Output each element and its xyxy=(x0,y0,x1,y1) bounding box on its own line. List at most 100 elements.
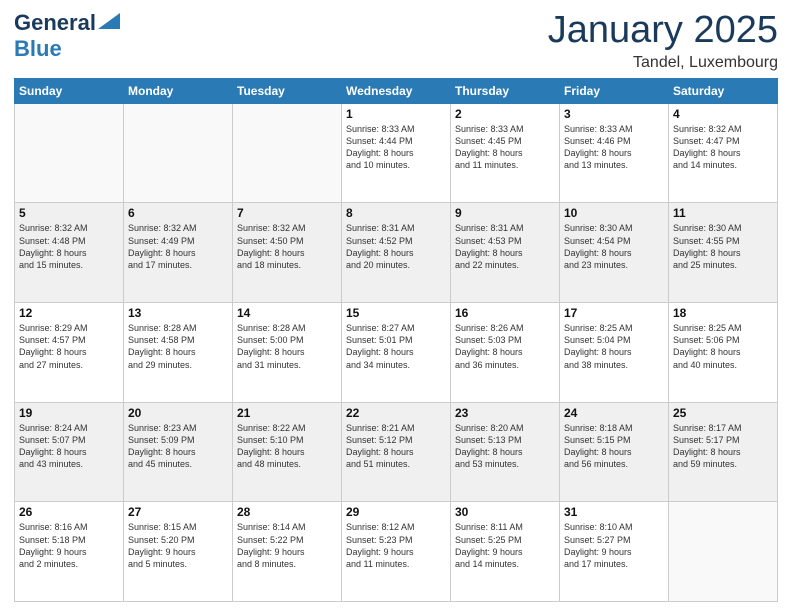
calendar-cell: 15 Sunrise: 8:27 AM Sunset: 5:01 PM Dayli… xyxy=(342,303,451,403)
calendar-week-row: 26 Sunrise: 8:16 AM Sunset: 5:18 PM Dayli… xyxy=(15,502,778,602)
day-number: 29 xyxy=(346,505,446,519)
location: Tandel, Luxembourg xyxy=(548,54,778,72)
calendar-cell: 24Sunrise: 8:18 AM Sunset: 5:15 PM Dayli… xyxy=(560,402,669,502)
day-number: 21 xyxy=(237,406,337,420)
day-info: Sunrise: 8:27 AM Sunset: 5:01 PM Dayligh… xyxy=(346,322,446,371)
day-info: Sunrise: 8:28 AM Sunset: 5:00 PM Dayligh… xyxy=(237,322,337,371)
calendar-cell: 8Sunrise: 8:31 AM Sunset: 4:52 PM Daylig… xyxy=(342,203,451,303)
calendar-week-row: 12Sunrise: 8:29 AM Sunset: 4:57 PM Dayli… xyxy=(15,303,778,403)
day-number: 17 xyxy=(564,306,664,320)
calendar-cell xyxy=(124,103,233,203)
calendar-cell: 30 Sunrise: 8:11 AM Sunset: 5:25 PM Dayli… xyxy=(451,502,560,602)
day-number: 1 xyxy=(346,107,446,121)
day-number: 30 xyxy=(455,505,555,519)
logo-icon xyxy=(98,13,120,29)
day-number: 14 xyxy=(237,306,337,320)
calendar-cell: 23 Sunrise: 8:20 AM Sunset: 5:13 PM Dayli… xyxy=(451,402,560,502)
calendar-cell: 3 Sunrise: 8:33 AM Sunset: 4:46 PM Daylig… xyxy=(560,103,669,203)
calendar-cell xyxy=(233,103,342,203)
day-number: 27 xyxy=(128,505,228,519)
day-info: Sunrise: 8:15 AM Sunset: 5:20 PM Dayligh… xyxy=(128,521,228,570)
day-number: 20 xyxy=(128,406,228,420)
day-info: Sunrise: 8:10 AM Sunset: 5:27 PM Dayligh… xyxy=(564,521,664,570)
day-number: 12 xyxy=(19,306,119,320)
header-friday: Friday xyxy=(560,78,669,103)
calendar-cell: 11Sunrise: 8:30 AM Sunset: 4:55 PM Dayli… xyxy=(669,203,778,303)
day-number: 4 xyxy=(673,107,773,121)
calendar-cell: 17 Sunrise: 8:25 AM Sunset: 5:04 PM Dayli… xyxy=(560,303,669,403)
day-info: Sunrise: 8:11 AM Sunset: 5:25 PM Dayligh… xyxy=(455,521,555,570)
title-area: January 2025 Tandel, Luxembourg xyxy=(548,10,778,72)
calendar-cell: 19 Sunrise: 8:24 AM Sunset: 5:07 PM Dayli… xyxy=(15,402,124,502)
day-info: Sunrise: 8:31 AM Sunset: 4:52 PM Dayligh… xyxy=(346,222,446,271)
header: General Blue January 2025 Tandel, Luxemb… xyxy=(14,10,778,72)
day-number: 5 xyxy=(19,206,119,220)
header-monday: Monday xyxy=(124,78,233,103)
day-number: 23 xyxy=(455,406,555,420)
calendar-cell: 28 Sunrise: 8:14 AM Sunset: 5:22 PM Dayli… xyxy=(233,502,342,602)
calendar-cell: 21Sunrise: 8:22 AM Sunset: 5:10 PM Dayli… xyxy=(233,402,342,502)
day-number: 18 xyxy=(673,306,773,320)
day-number: 19 xyxy=(19,406,119,420)
logo-blue: Blue xyxy=(14,36,62,61)
day-number: 7 xyxy=(237,206,337,220)
day-info: Sunrise: 8:14 AM Sunset: 5:22 PM Dayligh… xyxy=(237,521,337,570)
day-number: 10 xyxy=(564,206,664,220)
calendar-cell: 25Sunrise: 8:17 AM Sunset: 5:17 PM Dayli… xyxy=(669,402,778,502)
day-number: 9 xyxy=(455,206,555,220)
day-info: Sunrise: 8:32 AM Sunset: 4:48 PM Dayligh… xyxy=(19,222,119,271)
calendar-cell: 6 Sunrise: 8:32 AM Sunset: 4:49 PM Daylig… xyxy=(124,203,233,303)
calendar-cell: 4 Sunrise: 8:32 AM Sunset: 4:47 PM Daylig… xyxy=(669,103,778,203)
calendar-cell: 5 Sunrise: 8:32 AM Sunset: 4:48 PM Daylig… xyxy=(15,203,124,303)
calendar-cell: 27 Sunrise: 8:15 AM Sunset: 5:20 PM Dayli… xyxy=(124,502,233,602)
month-title: January 2025 xyxy=(548,10,778,52)
day-info: Sunrise: 8:30 AM Sunset: 4:55 PM Dayligh… xyxy=(673,222,773,271)
calendar-cell: 18Sunrise: 8:25 AM Sunset: 5:06 PM Dayli… xyxy=(669,303,778,403)
day-number: 13 xyxy=(128,306,228,320)
day-info: Sunrise: 8:32 AM Sunset: 4:50 PM Dayligh… xyxy=(237,222,337,271)
day-info: Sunrise: 8:32 AM Sunset: 4:49 PM Dayligh… xyxy=(128,222,228,271)
day-number: 6 xyxy=(128,206,228,220)
day-info: Sunrise: 8:18 AM Sunset: 5:15 PM Dayligh… xyxy=(564,422,664,471)
weekday-header-row: Sunday Monday Tuesday Wednesday Thursday… xyxy=(15,78,778,103)
day-info: Sunrise: 8:21 AM Sunset: 5:12 PM Dayligh… xyxy=(346,422,446,471)
day-info: Sunrise: 8:32 AM Sunset: 4:47 PM Dayligh… xyxy=(673,123,773,172)
day-info: Sunrise: 8:25 AM Sunset: 5:04 PM Dayligh… xyxy=(564,322,664,371)
day-number: 31 xyxy=(564,505,664,519)
day-info: Sunrise: 8:33 AM Sunset: 4:46 PM Dayligh… xyxy=(564,123,664,172)
calendar-cell: 14 Sunrise: 8:28 AM Sunset: 5:00 PM Dayli… xyxy=(233,303,342,403)
day-info: Sunrise: 8:24 AM Sunset: 5:07 PM Dayligh… xyxy=(19,422,119,471)
day-info: Sunrise: 8:33 AM Sunset: 4:45 PM Dayligh… xyxy=(455,123,555,172)
logo-general: General xyxy=(14,10,96,36)
calendar-cell: 31 Sunrise: 8:10 AM Sunset: 5:27 PM Dayli… xyxy=(560,502,669,602)
day-number: 15 xyxy=(346,306,446,320)
header-wednesday: Wednesday xyxy=(342,78,451,103)
calendar-week-row: 5 Sunrise: 8:32 AM Sunset: 4:48 PM Daylig… xyxy=(15,203,778,303)
header-tuesday: Tuesday xyxy=(233,78,342,103)
calendar-table: Sunday Monday Tuesday Wednesday Thursday… xyxy=(14,78,778,602)
page: General Blue January 2025 Tandel, Luxemb… xyxy=(0,0,792,612)
day-number: 28 xyxy=(237,505,337,519)
day-number: 2 xyxy=(455,107,555,121)
day-info: Sunrise: 8:30 AM Sunset: 4:54 PM Dayligh… xyxy=(564,222,664,271)
calendar-cell: 1Sunrise: 8:33 AM Sunset: 4:44 PM Daylig… xyxy=(342,103,451,203)
day-number: 22 xyxy=(346,406,446,420)
day-number: 16 xyxy=(455,306,555,320)
header-thursday: Thursday xyxy=(451,78,560,103)
calendar-cell xyxy=(15,103,124,203)
day-info: Sunrise: 8:12 AM Sunset: 5:23 PM Dayligh… xyxy=(346,521,446,570)
day-info: Sunrise: 8:20 AM Sunset: 5:13 PM Dayligh… xyxy=(455,422,555,471)
day-info: Sunrise: 8:23 AM Sunset: 5:09 PM Dayligh… xyxy=(128,422,228,471)
calendar-week-row: 19 Sunrise: 8:24 AM Sunset: 5:07 PM Dayli… xyxy=(15,402,778,502)
calendar-cell xyxy=(669,502,778,602)
day-number: 26 xyxy=(19,505,119,519)
day-number: 3 xyxy=(564,107,664,121)
calendar-cell: 20 Sunrise: 8:23 AM Sunset: 5:09 PM Dayli… xyxy=(124,402,233,502)
calendar-cell: 13Sunrise: 8:28 AM Sunset: 4:58 PM Dayli… xyxy=(124,303,233,403)
calendar-week-row: 1Sunrise: 8:33 AM Sunset: 4:44 PM Daylig… xyxy=(15,103,778,203)
day-info: Sunrise: 8:31 AM Sunset: 4:53 PM Dayligh… xyxy=(455,222,555,271)
calendar-cell: 12Sunrise: 8:29 AM Sunset: 4:57 PM Dayli… xyxy=(15,303,124,403)
calendar-cell: 2 Sunrise: 8:33 AM Sunset: 4:45 PM Daylig… xyxy=(451,103,560,203)
day-number: 25 xyxy=(673,406,773,420)
day-info: Sunrise: 8:16 AM Sunset: 5:18 PM Dayligh… xyxy=(19,521,119,570)
